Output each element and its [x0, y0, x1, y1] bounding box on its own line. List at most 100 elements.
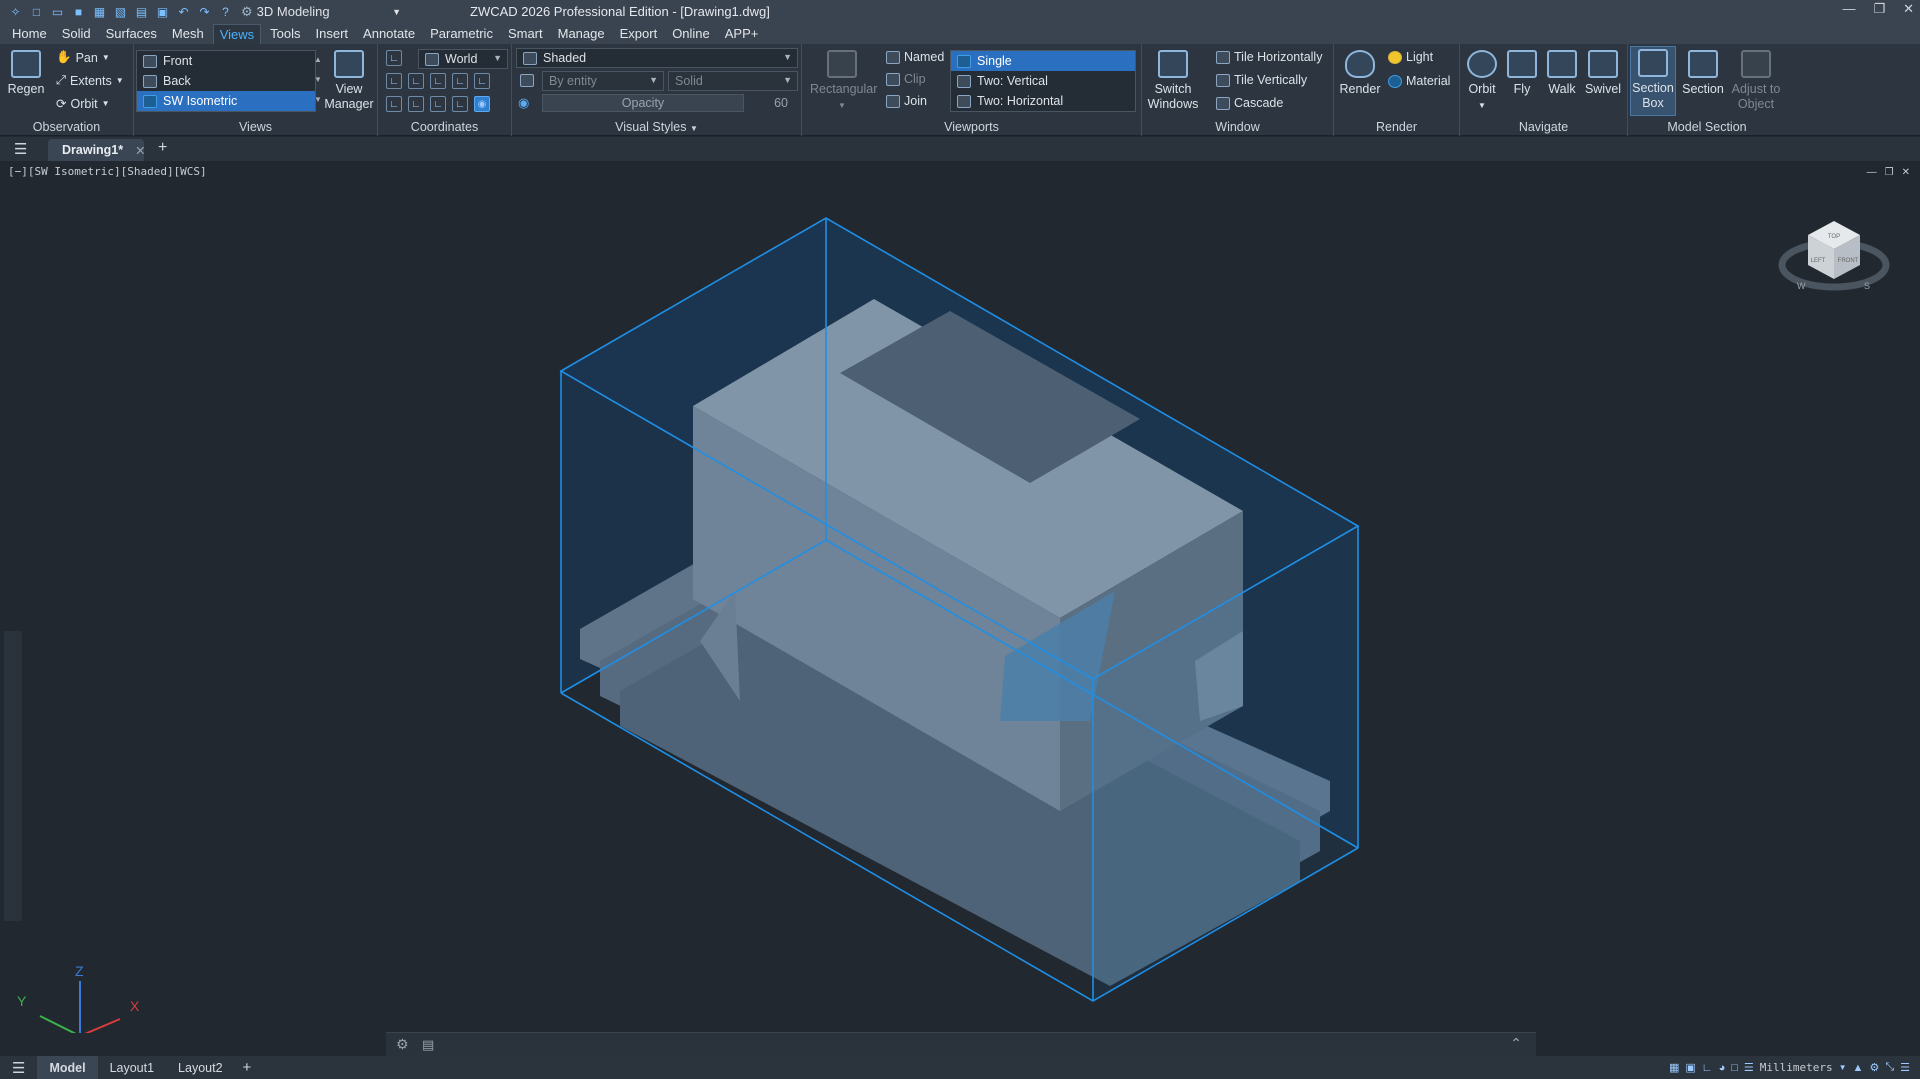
ucs-x-icon[interactable]: ∟ [386, 73, 402, 89]
workspace-selector[interactable]: ⚙ 3D Modeling ▼ [241, 4, 401, 20]
viewport-config-two-vertical[interactable]: Two: Vertical [951, 71, 1135, 91]
ucs-icon-display-icon[interactable]: ◉ [474, 96, 490, 112]
compass-w-label[interactable]: W [1797, 281, 1806, 291]
add-layout-icon[interactable]: + [235, 1059, 260, 1076]
tab-drawing1[interactable]: Drawing1* ✕ [48, 139, 146, 161]
redo-icon[interactable]: ↷ [197, 5, 212, 19]
panel-title-visual-styles[interactable]: Visual Styles ▼ [512, 120, 801, 134]
section-box-button[interactable]: Section Box [1630, 46, 1676, 116]
swivel-button[interactable]: Swivel [1582, 48, 1624, 97]
hamburger-menu-icon[interactable]: ☰ [14, 140, 27, 158]
pan-button[interactable]: ✋ Pan ▼ [56, 50, 110, 65]
ortho-icon[interactable]: ∟ [1702, 1062, 1713, 1074]
menu-export[interactable]: Export [614, 24, 664, 43]
ucs-zaxis-icon[interactable]: ∟ [474, 73, 490, 89]
material-button[interactable]: Material [1388, 74, 1450, 88]
ucs-view-icon[interactable]: ∟ [386, 96, 402, 112]
new-tab-icon[interactable]: + [158, 139, 167, 157]
close-tab-icon[interactable]: ✕ [135, 143, 145, 158]
named-viewports-button[interactable]: Named [886, 50, 944, 64]
viewport-config-single[interactable]: Single [951, 51, 1135, 71]
ucs-object-icon[interactable]: ∟ [408, 96, 424, 112]
view-item-back[interactable]: Back [137, 71, 315, 91]
ucs-face-icon[interactable]: ∟ [430, 96, 446, 112]
viewcube-top-label[interactable]: TOP [1828, 234, 1840, 240]
menu-parametric[interactable]: Parametric [424, 24, 499, 43]
render-button[interactable]: Render [1338, 48, 1382, 97]
viewcube-left-label[interactable]: LEFT [1811, 258, 1826, 264]
extents-button[interactable]: ⤢ Extents ▼ [56, 73, 124, 88]
tile-vertically-button[interactable]: Tile Vertically [1216, 73, 1307, 87]
menu-views[interactable]: Views [212, 23, 262, 44]
views-list-scrollbar[interactable]: ▲ ▼ ▼ [312, 50, 324, 112]
viewport-config-list[interactable]: Single Two: Vertical Two: Horizontal [950, 50, 1136, 112]
orbit-button[interactable]: Orbit ▼ [1462, 48, 1502, 113]
opacity-slider[interactable]: Opacity [542, 94, 744, 112]
command-expand-icon[interactable]: ⌃ [1510, 1035, 1522, 1052]
command-history-icon[interactable]: ▤ [422, 1037, 434, 1053]
orbit-small-button[interactable]: ⟳ Orbit ▼ [56, 96, 110, 112]
print-icon[interactable]: ▤ [134, 5, 149, 19]
ucs-dropdown[interactable]: World ▼ [418, 49, 508, 69]
lineweight-icon[interactable]: ☰ [1744, 1061, 1754, 1074]
polar-icon[interactable]: ◕ [1719, 1062, 1726, 1074]
ucs-origin-icon[interactable]: ∟ [452, 96, 468, 112]
plot-preview-icon[interactable]: ▣ [155, 5, 170, 19]
adjust-to-object-button[interactable]: Adjust to Object [1728, 48, 1784, 112]
visual-style-dropdown[interactable]: Shaded ▼ [516, 48, 798, 68]
face-style-dropdown[interactable]: Solid ▼ [668, 71, 798, 91]
ucs-y-icon[interactable]: ∟ [408, 73, 424, 89]
fly-button[interactable]: Fly [1502, 48, 1542, 97]
menu-smart[interactable]: Smart [502, 24, 549, 43]
osnap-icon[interactable]: □ [1731, 1062, 1738, 1074]
tab-model[interactable]: Model [37, 1056, 98, 1079]
menu-tools[interactable]: Tools [264, 24, 306, 43]
view-item-sw-isometric[interactable]: SW Isometric [137, 91, 315, 111]
menu-insert[interactable]: Insert [310, 24, 355, 43]
menu-solid[interactable]: Solid [56, 24, 97, 43]
chevron-down-icon[interactable]: ▼ [1839, 1063, 1847, 1072]
menu-app[interactable]: APP+ [719, 24, 765, 43]
switch-windows-button[interactable]: Switch Windows [1146, 48, 1200, 112]
clip-viewport-button[interactable]: Clip [886, 72, 926, 86]
drawing-viewport[interactable]: [−][SW Isometric][Shaded][WCS] — ❐ ✕ TOP… [0, 161, 1920, 1033]
open-folder-icon[interactable]: ▭ [50, 5, 65, 19]
new-file-icon[interactable]: □ [29, 5, 44, 19]
views-list[interactable]: Front Back SW Isometric [136, 50, 316, 112]
compass-s-label[interactable]: S [1864, 281, 1870, 291]
cascade-button[interactable]: Cascade [1216, 96, 1283, 110]
maximize-icon[interactable]: ❐ [1873, 1, 1885, 17]
help-icon[interactable]: ? [218, 5, 233, 19]
tab-layout2[interactable]: Layout2 [166, 1056, 234, 1079]
fullscreen-icon[interactable]: ⤡ [1885, 1061, 1894, 1074]
undo-icon[interactable]: ↶ [176, 5, 191, 19]
section-button[interactable]: Section [1680, 48, 1726, 97]
status-gear-icon[interactable]: ⚙ [1869, 1061, 1879, 1074]
command-line[interactable]: ⚙ ▤ ⌃ [386, 1032, 1536, 1056]
command-settings-icon[interactable]: ⚙ [396, 1036, 409, 1053]
view-cube[interactable]: TOP LEFT FRONT W S [1778, 221, 1890, 291]
units-label[interactable]: Millimeters [1760, 1061, 1833, 1074]
close-icon[interactable]: ✕ [1903, 1, 1914, 17]
menu-manage[interactable]: Manage [552, 24, 611, 43]
tile-horizontally-button[interactable]: Tile Horizontally [1216, 50, 1322, 64]
view-manager-button[interactable]: View Manager [324, 48, 374, 112]
annotation-scale-icon[interactable]: ▲ [1853, 1062, 1864, 1074]
ucs-icon[interactable]: ∟ [386, 50, 402, 66]
snap-icon[interactable]: ▣ [1685, 1061, 1695, 1074]
opacity-toggle-icon[interactable]: ◉ [518, 95, 529, 111]
regen-button[interactable]: Regen [4, 48, 48, 97]
grid-icon[interactable]: ▦ [1669, 1061, 1679, 1074]
menu-home[interactable]: Home [6, 24, 53, 43]
left-tool-palette[interactable] [4, 631, 22, 921]
minimize-icon[interactable]: — [1842, 1, 1855, 17]
ucs-z-icon[interactable]: ∟ [430, 73, 446, 89]
face-color-dropdown[interactable]: By entity ▼ [542, 71, 664, 91]
menu-annotate[interactable]: Annotate [357, 24, 421, 43]
layout-menu-icon[interactable]: ☰ [0, 1059, 37, 1077]
walk-button[interactable]: Walk [1542, 48, 1582, 97]
viewport-config-two-horizontal[interactable]: Two: Horizontal [951, 91, 1135, 111]
save-icon[interactable]: ■ [71, 5, 86, 19]
save-all-icon[interactable]: ▧ [113, 5, 128, 19]
ucs-3point-icon[interactable]: ∟ [452, 73, 468, 89]
